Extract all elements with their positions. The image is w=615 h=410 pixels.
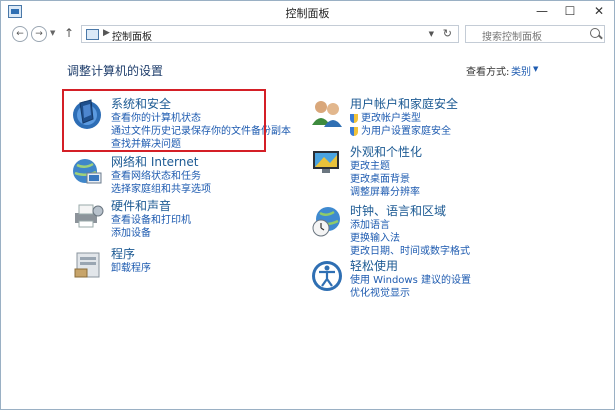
navigation-bar: ← → ▼ ↑ ▶ 控制面板 ▼ ↻ 搜索控制面板 (1, 23, 614, 45)
link-network-status-tasks[interactable]: 查看网络状态和任务 (111, 170, 211, 183)
link-change-input-method[interactable]: 更换输入法 (350, 232, 470, 245)
accessibility-icon[interactable] (310, 259, 344, 293)
search-icon[interactable] (590, 28, 600, 38)
search-box[interactable]: 搜索控制面板 (465, 25, 605, 43)
link-homegroup-sharing[interactable]: 选择家庭组和共享选项 (111, 183, 211, 196)
category-title-hardware-sound[interactable]: 硬件和声音 (111, 199, 191, 214)
link-add-device[interactable]: 添加设备 (111, 227, 191, 240)
category-title-programs[interactable]: 程序 (111, 247, 151, 262)
search-input[interactable]: 搜索控制面板 (482, 28, 542, 43)
category-title-ease-of-access[interactable]: 轻松使用 (350, 259, 471, 274)
link-change-theme[interactable]: 更改主题 (350, 160, 422, 173)
category-title-appearance[interactable]: 外观和个性化 (350, 145, 422, 160)
up-button[interactable]: ↑ (64, 26, 74, 40)
link-windows-recommended-settings[interactable]: 使用 Windows 建议的设置 (350, 274, 471, 287)
network-icon[interactable] (71, 155, 105, 189)
link-change-desktop-background[interactable]: 更改桌面背景 (350, 173, 422, 186)
minimize-button[interactable]: — (528, 1, 556, 21)
maximize-button[interactable]: ☐ (556, 1, 584, 21)
link-devices-printers[interactable]: 查看设备和打印机 (111, 214, 191, 227)
link-optimize-visual-display[interactable]: 优化视觉显示 (350, 287, 471, 300)
highlight-box (62, 89, 266, 152)
page-title: 调整计算机的设置 (67, 64, 164, 78)
link-family-safety[interactable]: 为用户设置家庭安全 (350, 125, 458, 138)
link-add-language[interactable]: 添加语言 (350, 219, 470, 232)
address-bar[interactable]: ▶ 控制面板 ▼ ↻ (81, 25, 459, 43)
breadcrumb-separator-icon[interactable]: ▶ (103, 28, 110, 38)
close-button[interactable]: ✕ (584, 1, 614, 21)
forward-button[interactable]: → (31, 26, 47, 42)
title-bar: 控制面板 — ☐ ✕ (1, 1, 614, 23)
refresh-button[interactable]: ↻ (443, 27, 452, 40)
category-title-network-internet[interactable]: 网络和 Internet (111, 155, 211, 170)
printer-icon[interactable] (71, 199, 105, 233)
control-panel-window: 控制面板 — ☐ ✕ ← → ▼ ↑ ▶ 控制面板 ▼ ↻ 搜索控制面板 调整计… (0, 0, 615, 410)
view-by-dropdown[interactable]: 类别 (511, 63, 531, 78)
back-button[interactable]: ← (12, 26, 28, 42)
link-uninstall-program[interactable]: 卸载程序 (111, 262, 151, 275)
category-title-user-accounts[interactable]: 用户帐户和家庭安全 (350, 97, 458, 112)
link-change-date-time-format[interactable]: 更改日期、时间或数字格式 (350, 245, 470, 258)
programs-icon[interactable] (71, 247, 105, 281)
display-icon[interactable] (310, 145, 344, 179)
chevron-down-icon[interactable]: ▼ (533, 65, 538, 73)
clock-globe-icon[interactable] (310, 204, 344, 238)
window-title: 控制面板 (285, 7, 330, 20)
view-by-label: 查看方式: (466, 67, 510, 78)
breadcrumb-control-panel[interactable]: 控制面板 (112, 28, 152, 43)
address-dropdown-icon[interactable]: ▼ (429, 30, 434, 38)
users-icon[interactable] (310, 97, 344, 131)
recent-pages-dropdown[interactable]: ▼ (50, 29, 55, 37)
link-adjust-resolution[interactable]: 调整屏幕分辨率 (350, 186, 422, 199)
link-change-account-type[interactable]: 更改帐户类型 (350, 112, 458, 125)
control-panel-icon (86, 29, 99, 40)
category-title-clock-language-region[interactable]: 时钟、语言和区域 (350, 204, 470, 219)
